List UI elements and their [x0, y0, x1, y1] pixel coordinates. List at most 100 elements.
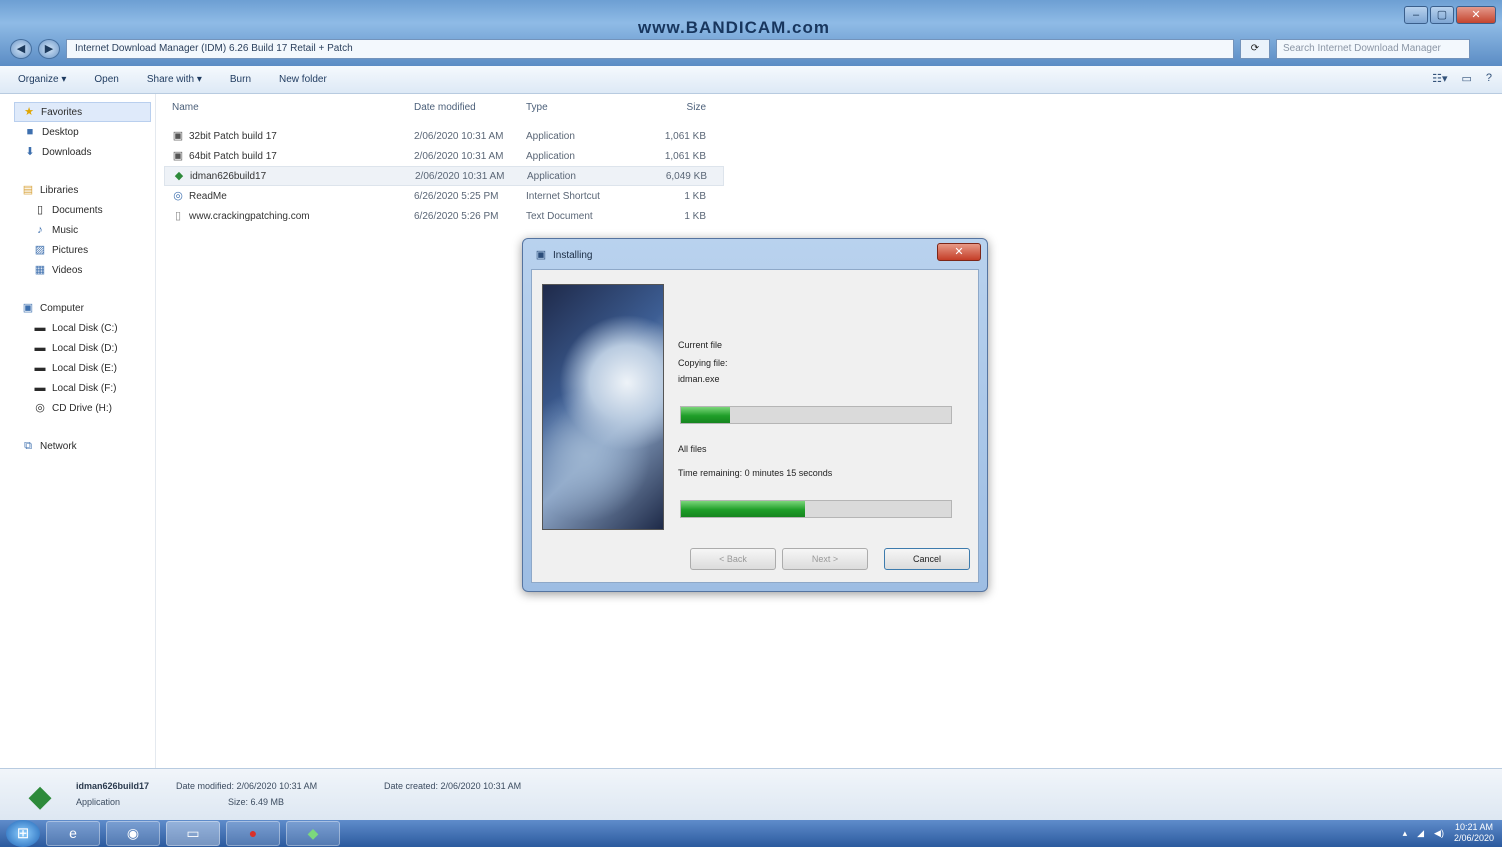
pictures-icon: ▨ — [34, 244, 46, 256]
sidebar-item-libraries[interactable]: ▤ Libraries — [0, 180, 155, 200]
copying-file-name: idman.exe — [678, 374, 720, 384]
table-row[interactable]: ▯ www.crackingpatching.com 6/26/2020 5:26… — [164, 206, 724, 226]
dialog-close-button[interactable]: ✕ — [937, 243, 981, 261]
network-tray-icon[interactable]: ◢ — [1417, 828, 1424, 839]
total-progress-bar — [680, 500, 952, 518]
drive-icon: ▬ — [34, 322, 46, 334]
column-header-name[interactable]: Name — [164, 102, 414, 113]
minimize-button[interactable]: – — [1404, 6, 1428, 24]
installer-icon: ◆ — [174, 170, 184, 182]
sidebar-item-cd-drive[interactable]: ◎ CD Drive (H:) — [0, 398, 155, 418]
dialog-title: ▣ Installing — [535, 249, 593, 261]
explorer-folder-icon[interactable]: ▭ — [166, 821, 220, 846]
refresh-icon[interactable]: ⟳ — [1240, 39, 1270, 59]
details-file-name: idman626build17 — [76, 781, 150, 791]
show-hidden-icons-icon[interactable]: ▴ — [1403, 828, 1408, 839]
sidebar-item-documents[interactable]: ▯ Documents — [0, 200, 155, 220]
details-date-created: Date created: 2/06/2020 10:31 AM — [384, 781, 522, 791]
column-header-size[interactable]: Size — [636, 102, 706, 113]
column-headers: Name Date modified Type Size — [164, 98, 724, 116]
internet-explorer-icon[interactable]: e — [46, 821, 100, 846]
details-date-modified: Date modified: 2/06/2020 10:31 AM — [176, 781, 318, 791]
sidebar-item-disk-e[interactable]: ▬ Local Disk (E:) — [0, 358, 155, 378]
file-progress-fill — [681, 407, 730, 423]
next-button[interactable]: Next > — [782, 548, 868, 570]
drive-icon: ▬ — [34, 382, 46, 394]
help-icon[interactable]: ? — [1486, 72, 1492, 85]
burn-button[interactable]: Burn — [230, 74, 251, 85]
table-row[interactable]: ▣ 64bit Patch build 17 2/06/2020 10:31 AM… — [164, 146, 724, 166]
videos-icon: ▦ — [34, 264, 46, 276]
open-button[interactable]: Open — [94, 74, 118, 85]
installer-banner-image — [542, 284, 664, 530]
cd-drive-icon: ◎ — [35, 402, 45, 414]
dialog-body: Current file Copying file: idman.exe All… — [531, 269, 979, 583]
sidebar-item-music[interactable]: ♪ Music — [0, 220, 155, 240]
bandicam-watermark: www.BANDICAM.com — [638, 18, 830, 37]
current-file-label: Current file — [678, 340, 723, 350]
installer-task-icon[interactable]: ◆ — [286, 821, 340, 846]
back-arrow-icon[interactable]: ◀ — [10, 39, 32, 59]
forward-arrow-icon[interactable]: ▶ — [38, 39, 60, 59]
sidebar-item-desktop[interactable]: ■ Desktop — [0, 122, 155, 142]
window-titlebar: www.BANDICAM.com – ▢ ✕ ◀ ▶ Internet Down… — [0, 0, 1502, 66]
table-row[interactable]: ▣ 32bit Patch build 17 2/06/2020 10:31 AM… — [164, 126, 724, 146]
music-icon: ♪ — [37, 224, 43, 236]
sidebar-item-favorites[interactable]: ★ Favorites — [14, 102, 151, 122]
start-button-icon[interactable]: ⊞ — [6, 820, 40, 847]
installing-dialog: ▣ Installing ✕ Current file Copying file… — [522, 238, 988, 592]
navigation-pane: ★ Favorites ■ Desktop ⬇ Downloads ▤ Libr… — [0, 94, 156, 768]
sidebar-item-downloads[interactable]: ⬇ Downloads — [0, 142, 155, 162]
taskbar: ⊞ e ◉ ▭ ● ◆ ▴ ◢ ◀) 10:21 AM 2/06/2020 — [0, 820, 1502, 847]
view-options-icon[interactable]: ☷▾ — [1432, 72, 1447, 85]
sidebar-item-computer[interactable]: ▣ Computer — [0, 298, 155, 318]
internet-shortcut-icon: ◎ — [173, 190, 183, 202]
drive-icon: ▬ — [34, 362, 46, 374]
file-list: Name Date modified Type Size ▣ 32bit Patc… — [164, 98, 724, 226]
share-with-button[interactable]: Share with ▾ — [147, 74, 202, 85]
files-label: All files — [678, 444, 707, 454]
sidebar-item-network[interactable]: ⧉ Network — [0, 436, 155, 456]
sidebar-item-disk-f[interactable]: ▬ Local Disk (F:) — [0, 378, 155, 398]
details-pane: ◆ idman626build17 Application Date modif… — [0, 768, 1502, 820]
application-icon: ▣ — [172, 150, 184, 162]
navigation-bar: ◀ ▶ Internet Download Manager (IDM) 6.26… — [10, 38, 1500, 60]
library-icon: ▤ — [22, 184, 34, 196]
column-header-type[interactable]: Type — [526, 102, 636, 113]
table-row[interactable]: ◎ ReadMe 6/26/2020 5:25 PM Internet Short… — [164, 186, 724, 206]
window-controls: – ▢ ✕ — [1404, 6, 1496, 24]
network-icon: ⧉ — [24, 440, 32, 452]
computer-icon: ▣ — [22, 302, 34, 314]
total-progress-fill — [681, 501, 806, 517]
close-button[interactable]: ✕ — [1456, 6, 1496, 24]
back-button[interactable]: < Back — [690, 548, 776, 570]
file-progress-bar — [680, 406, 952, 424]
sidebar-item-pictures[interactable]: ▨ Pictures — [0, 240, 155, 260]
details-size: Size: 6.49 MB — [228, 797, 285, 807]
installer-icon: ▣ — [535, 249, 547, 261]
view-controls: ☷▾ ▭ ? — [1432, 72, 1492, 85]
organize-button[interactable]: Organize ▾ — [18, 74, 66, 85]
volume-icon[interactable]: ◀) — [1434, 828, 1444, 839]
details-file-type: Application — [76, 797, 121, 807]
address-bar[interactable]: Internet Download Manager (IDM) 6.26 Bui… — [66, 39, 1234, 59]
drive-icon: ▬ — [34, 342, 46, 354]
application-icon: ▣ — [172, 130, 184, 142]
search-input[interactable]: Search Internet Download Manager — [1276, 39, 1470, 59]
documents-icon: ▯ — [36, 204, 44, 216]
system-tray: ▴ ◢ ◀) 10:21 AM 2/06/2020 — [1403, 822, 1494, 844]
new-folder-button[interactable]: New folder — [279, 74, 327, 85]
sidebar-item-disk-c[interactable]: ▬ Local Disk (C:) — [0, 318, 155, 338]
chrome-icon[interactable]: ◉ — [106, 821, 160, 846]
sidebar-item-disk-d[interactable]: ▬ Local Disk (D:) — [0, 338, 155, 358]
column-header-date[interactable]: Date modified — [414, 102, 526, 113]
bandicam-icon[interactable]: ● — [226, 821, 280, 846]
cancel-button[interactable]: Cancel — [884, 548, 970, 570]
desktop-icon: ■ — [26, 126, 34, 138]
table-row[interactable]: ◆ idman626build17 2/06/2020 10:31 AM Appl… — [164, 166, 724, 186]
preview-pane-icon[interactable]: ▭ — [1461, 72, 1471, 85]
sidebar-item-videos[interactable]: ▦ Videos — [0, 260, 155, 280]
maximize-button[interactable]: ▢ — [1430, 6, 1454, 24]
clock[interactable]: 10:21 AM 2/06/2020 — [1454, 822, 1494, 844]
installer-icon: ◆ — [28, 780, 52, 813]
